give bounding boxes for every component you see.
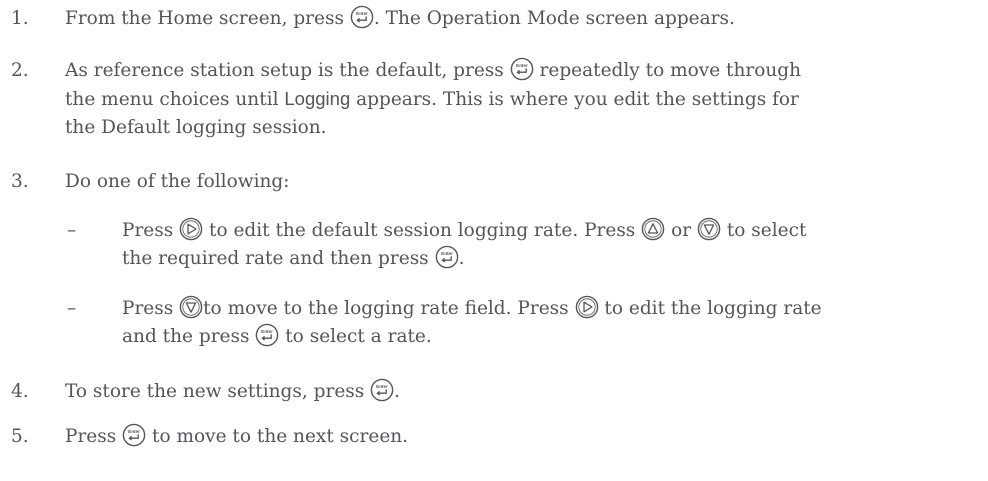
step-text: Press	[122, 298, 174, 319]
step-number: 5.	[11, 426, 29, 447]
sub-option-1: – Press to edit the default session logg…	[0, 217, 988, 279]
svg-text:Enter: Enter	[356, 11, 368, 16]
step-text: repeatedly to move through	[539, 60, 802, 81]
step-text: to edit the logging rate	[604, 298, 822, 319]
svg-text:Enter: Enter	[261, 329, 273, 334]
step-3: 3. Do one of the following:	[0, 168, 988, 198]
step-2: 2. As reference station setup is the def…	[0, 57, 988, 147]
enter-key-icon: Enter	[350, 5, 374, 29]
svg-text:Enter: Enter	[128, 429, 140, 434]
step-text: .	[458, 248, 465, 269]
step-text: or	[671, 220, 692, 241]
step-text: From the Home screen, press	[65, 8, 344, 29]
step-4: 4. To store the new settings, press Ente…	[0, 378, 988, 408]
menu-choice-logging: Logging	[284, 88, 351, 109]
step-1: 1. From the Home screen, press Enter . T…	[0, 5, 988, 35]
enter-key-icon: Enter	[122, 423, 146, 447]
svg-text:Enter: Enter	[441, 251, 453, 256]
step-text: .	[394, 381, 401, 402]
step-text: Press	[122, 220, 174, 241]
step-text: Do one of the following:	[65, 171, 290, 192]
step-number: 4.	[11, 381, 29, 402]
svg-text:Enter: Enter	[376, 384, 388, 389]
down-arrow-key-icon	[179, 295, 203, 319]
list-dash: –	[67, 298, 77, 319]
step-text: the menu choices until	[65, 89, 279, 110]
right-arrow-key-icon	[575, 295, 599, 319]
step-number: 2.	[11, 60, 29, 81]
step-text: appears. This is where you edit the sett…	[356, 89, 799, 110]
step-text: to move to the logging rate field. Press	[203, 298, 569, 319]
step-text: Press	[65, 426, 117, 447]
list-dash: –	[67, 220, 77, 241]
up-arrow-key-icon	[641, 217, 665, 241]
enter-key-icon: Enter	[255, 323, 279, 347]
step-text: . The Operation Mode screen appears.	[373, 8, 735, 29]
step-text: to select a rate.	[285, 326, 432, 347]
right-arrow-key-icon	[179, 217, 203, 241]
step-text: to edit the default session logging rate…	[209, 220, 636, 241]
step-text: the Default logging session.	[65, 117, 327, 138]
step-text: and the press	[122, 326, 250, 347]
step-text: As reference station setup is the defaul…	[65, 60, 504, 81]
step-text: to move to the next screen.	[152, 426, 409, 447]
enter-key-icon: Enter	[510, 57, 534, 81]
step-number: 1.	[11, 8, 29, 29]
down-arrow-key-icon	[697, 217, 721, 241]
sub-option-2: – Press to move to the logging rate fiel…	[0, 295, 988, 357]
enter-key-icon: Enter	[435, 245, 459, 269]
enter-key-icon: Enter	[370, 378, 394, 402]
step-text: the required rate and then press	[122, 248, 429, 269]
step-text: to select	[726, 220, 807, 241]
step-text: To store the new settings, press	[65, 381, 365, 402]
instruction-page: 1. From the Home screen, press Enter . T…	[0, 0, 988, 481]
step-number: 3.	[11, 171, 29, 192]
step-5: 5. Press Enter to move to the next scree…	[0, 423, 988, 453]
svg-text:Enter: Enter	[516, 63, 528, 68]
